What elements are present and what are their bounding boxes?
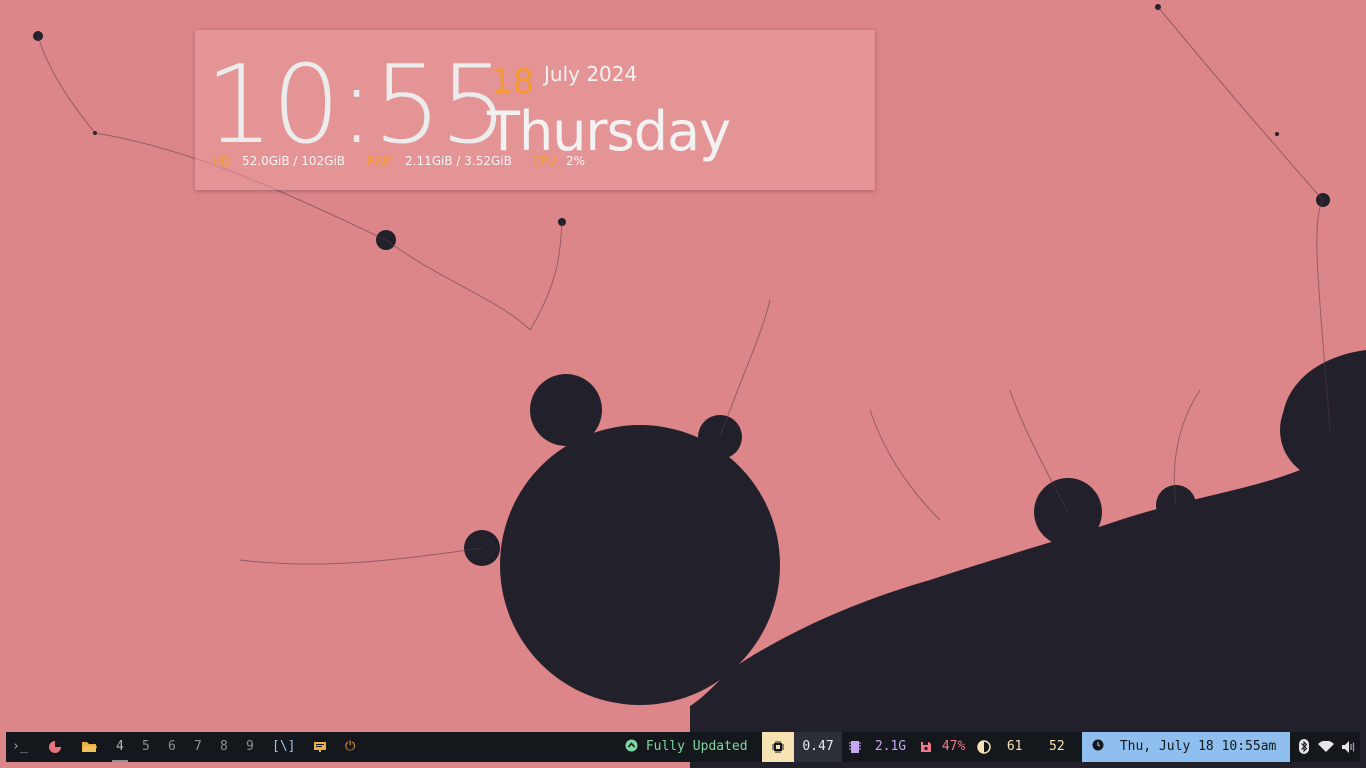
workspace-6[interactable]: 6 (168, 732, 176, 762)
layout-indicator[interactable]: [\] (272, 732, 295, 762)
workspace-8[interactable]: 8 (220, 732, 228, 762)
brightness-value: 61 (1006, 739, 1023, 754)
memory-value: 2.1G (874, 739, 907, 754)
workspace-9[interactable]: 9 (246, 732, 254, 762)
power-icon[interactable]: ⏻ (345, 732, 355, 762)
ram-value: 2.11GiB / 3.52GiB (405, 154, 512, 168)
cpu-label: CPU (532, 154, 557, 168)
disk-module[interactable]: 47% (920, 732, 965, 762)
terminal-icon[interactable]: ›_ (12, 732, 28, 762)
datetime-module[interactable]: Thu, July 18 10:55am (1082, 732, 1290, 762)
cpu-chip-icon (762, 732, 794, 762)
active-workspace-indicator (112, 760, 128, 762)
memory-module[interactable]: 2.1G (849, 732, 906, 762)
day-number: 18 (491, 62, 535, 102)
datetime-text: Thu, July 18 10:55am (1119, 739, 1277, 754)
workspace-7[interactable]: 7 (194, 732, 202, 762)
hd-value: 52.0GiB / 102GiB (242, 154, 346, 168)
hd-label: HD (212, 154, 231, 168)
volume-icon[interactable] (1342, 732, 1356, 762)
month-year: July 2024 (544, 62, 638, 86)
workspace-5[interactable]: 5 (142, 732, 150, 762)
updates-text: Fully Updated (645, 739, 748, 754)
temperature-value[interactable]: 52 (1049, 732, 1065, 762)
wifi-icon[interactable] (1318, 732, 1334, 762)
workspace-4[interactable]: 4 (116, 732, 124, 762)
cpu-load-value[interactable]: 0.47 (794, 732, 842, 762)
weekday-name: Thursday (487, 100, 731, 163)
desktop-clock-widget: 10:55 18 July 2024 Thursday HD 52.0GiB /… (195, 30, 875, 190)
bluetooth-icon[interactable] (1299, 732, 1309, 762)
monitor-icon[interactable] (313, 732, 327, 762)
updates-module[interactable]: Fully Updated (625, 732, 748, 762)
disk-value: 47% (941, 739, 966, 754)
cpu-value: 2% (566, 154, 586, 168)
clock-time: 10:55 (205, 43, 508, 168)
folder-icon[interactable] (81, 732, 98, 762)
brightness-module[interactable]: 61 (977, 732, 1022, 762)
status-bar: ›_ 4 5 6 7 8 9 [\] ⏻ Fully Updated 0.47 … (6, 732, 1360, 762)
ram-label: RAM (367, 154, 394, 168)
browser-icon[interactable] (48, 732, 62, 762)
